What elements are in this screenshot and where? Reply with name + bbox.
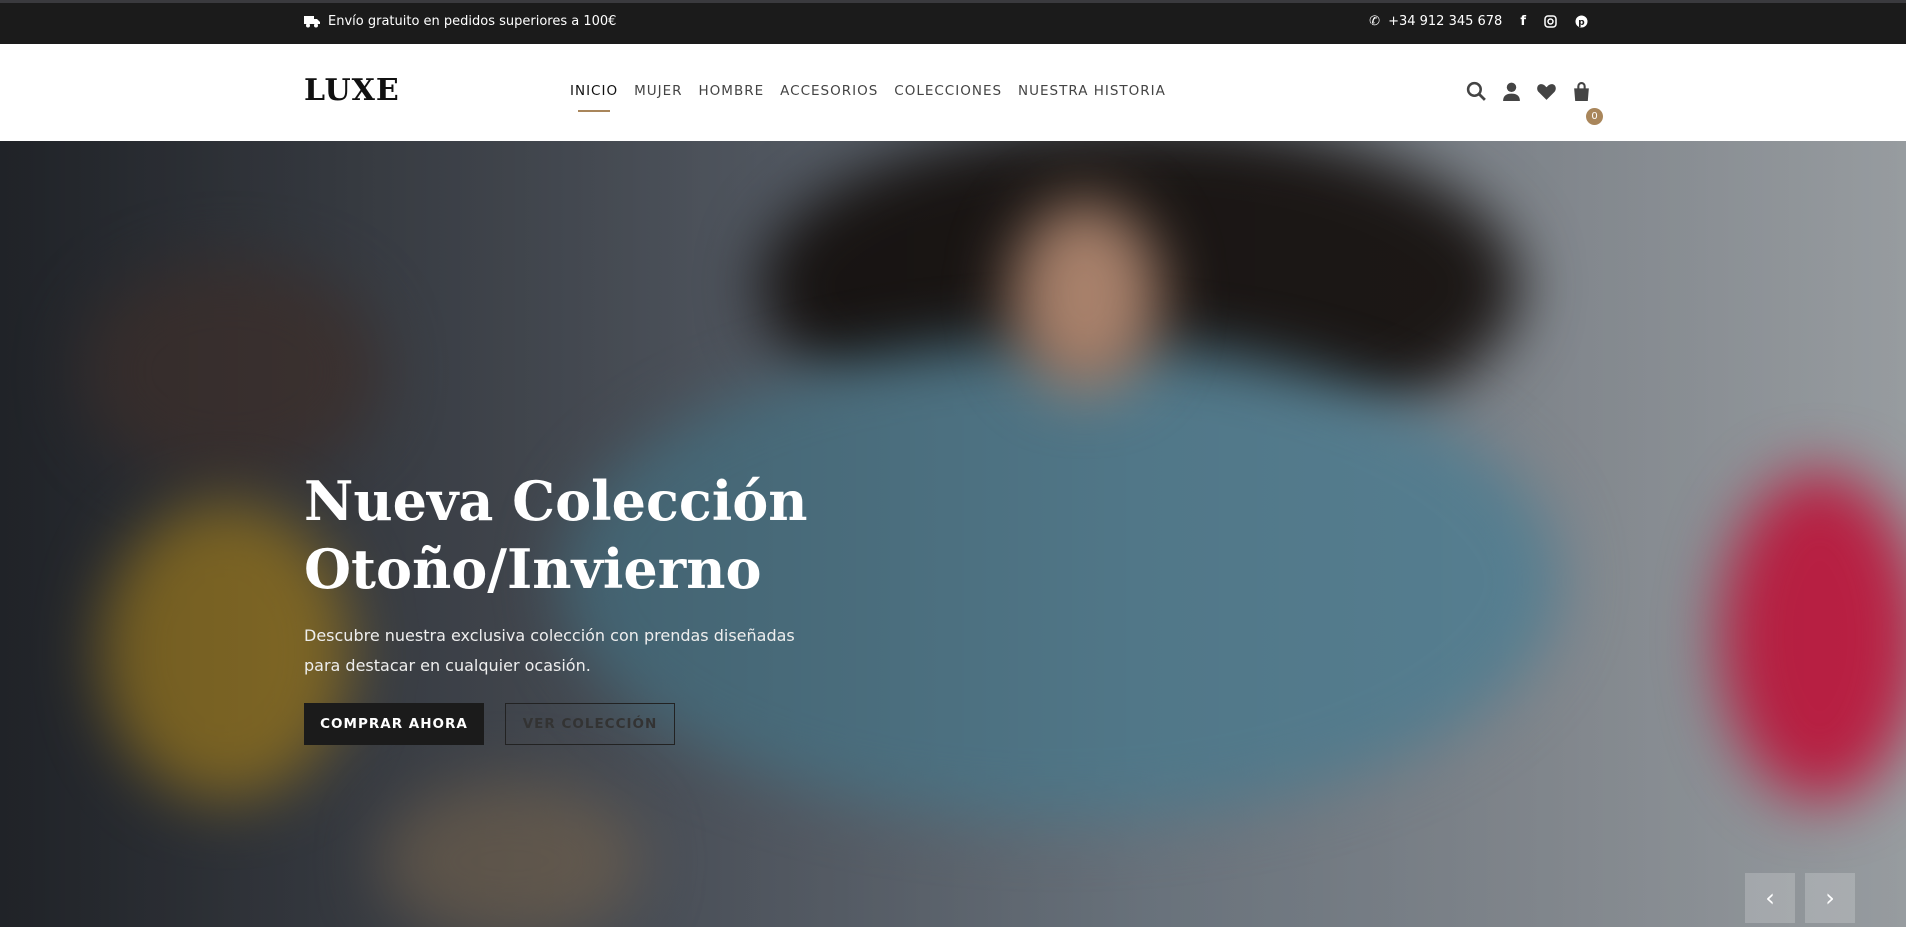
comprar-ahora-button[interactable]: COMPRAR AHORA	[304, 703, 484, 745]
nav-mujer[interactable]: MUJER	[634, 83, 682, 99]
chevron-left-icon: ‹	[1765, 884, 1775, 912]
phone-icon: ✆	[1369, 14, 1381, 29]
nav-accesorios[interactable]: ACCESORIOS	[780, 83, 878, 99]
hero-description: Descubre nuestra exclusiva colección con…	[304, 626, 795, 675]
truck-icon	[304, 16, 320, 28]
heart-icon[interactable]	[1536, 81, 1557, 102]
nav-colecciones[interactable]: COLECCIONES	[894, 83, 1002, 99]
cart-count-badge: 0	[1586, 108, 1603, 125]
bag-icon[interactable]	[1571, 81, 1592, 102]
hero-title: Nueva Colección Otoño/Invierno	[304, 467, 808, 603]
hero-banner: Nueva Colección Otoño/Invierno Descubre …	[0, 141, 1906, 927]
main-nav: INICIO MUJER HOMBRE ACCESORIOS COLECCION…	[570, 83, 1166, 112]
facebook-icon[interactable]: f	[1520, 14, 1526, 29]
shipping-text: Envío gratuito en pedidos superiores a 1…	[328, 14, 617, 29]
chevron-right-icon: ›	[1825, 884, 1835, 912]
pinterest-icon[interactable]: p	[1575, 15, 1588, 28]
nav-hombre[interactable]: HOMBRE	[699, 83, 765, 99]
search-icon[interactable]	[1466, 81, 1487, 102]
next-slide-button[interactable]: ›	[1805, 873, 1855, 923]
top-bar: Envío gratuito en pedidos superiores a 1…	[0, 0, 1906, 44]
user-icon[interactable]	[1501, 81, 1522, 102]
hero-title-line1: Nueva Colección	[304, 469, 808, 533]
phone-number: +34 912 345 678	[1388, 14, 1503, 29]
instagram-icon[interactable]	[1544, 15, 1557, 28]
svg-text:p: p	[1578, 18, 1585, 28]
prev-slide-button[interactable]: ‹	[1745, 873, 1795, 923]
nav-inicio[interactable]: INICIO	[570, 83, 618, 112]
hero-title-line2: Otoño/Invierno	[304, 537, 762, 601]
main-header: LUXE INICIO MUJER HOMBRE ACCESORIOS COLE…	[0, 44, 1906, 141]
ver-coleccion-button[interactable]: VER COLECCIÓN	[505, 703, 675, 745]
nav-nuestra-historia[interactable]: NUESTRA HISTORIA	[1018, 83, 1166, 99]
phone-link[interactable]: ✆ +34 912 345 678	[1369, 14, 1502, 29]
logo[interactable]: LUXE	[304, 73, 400, 108]
